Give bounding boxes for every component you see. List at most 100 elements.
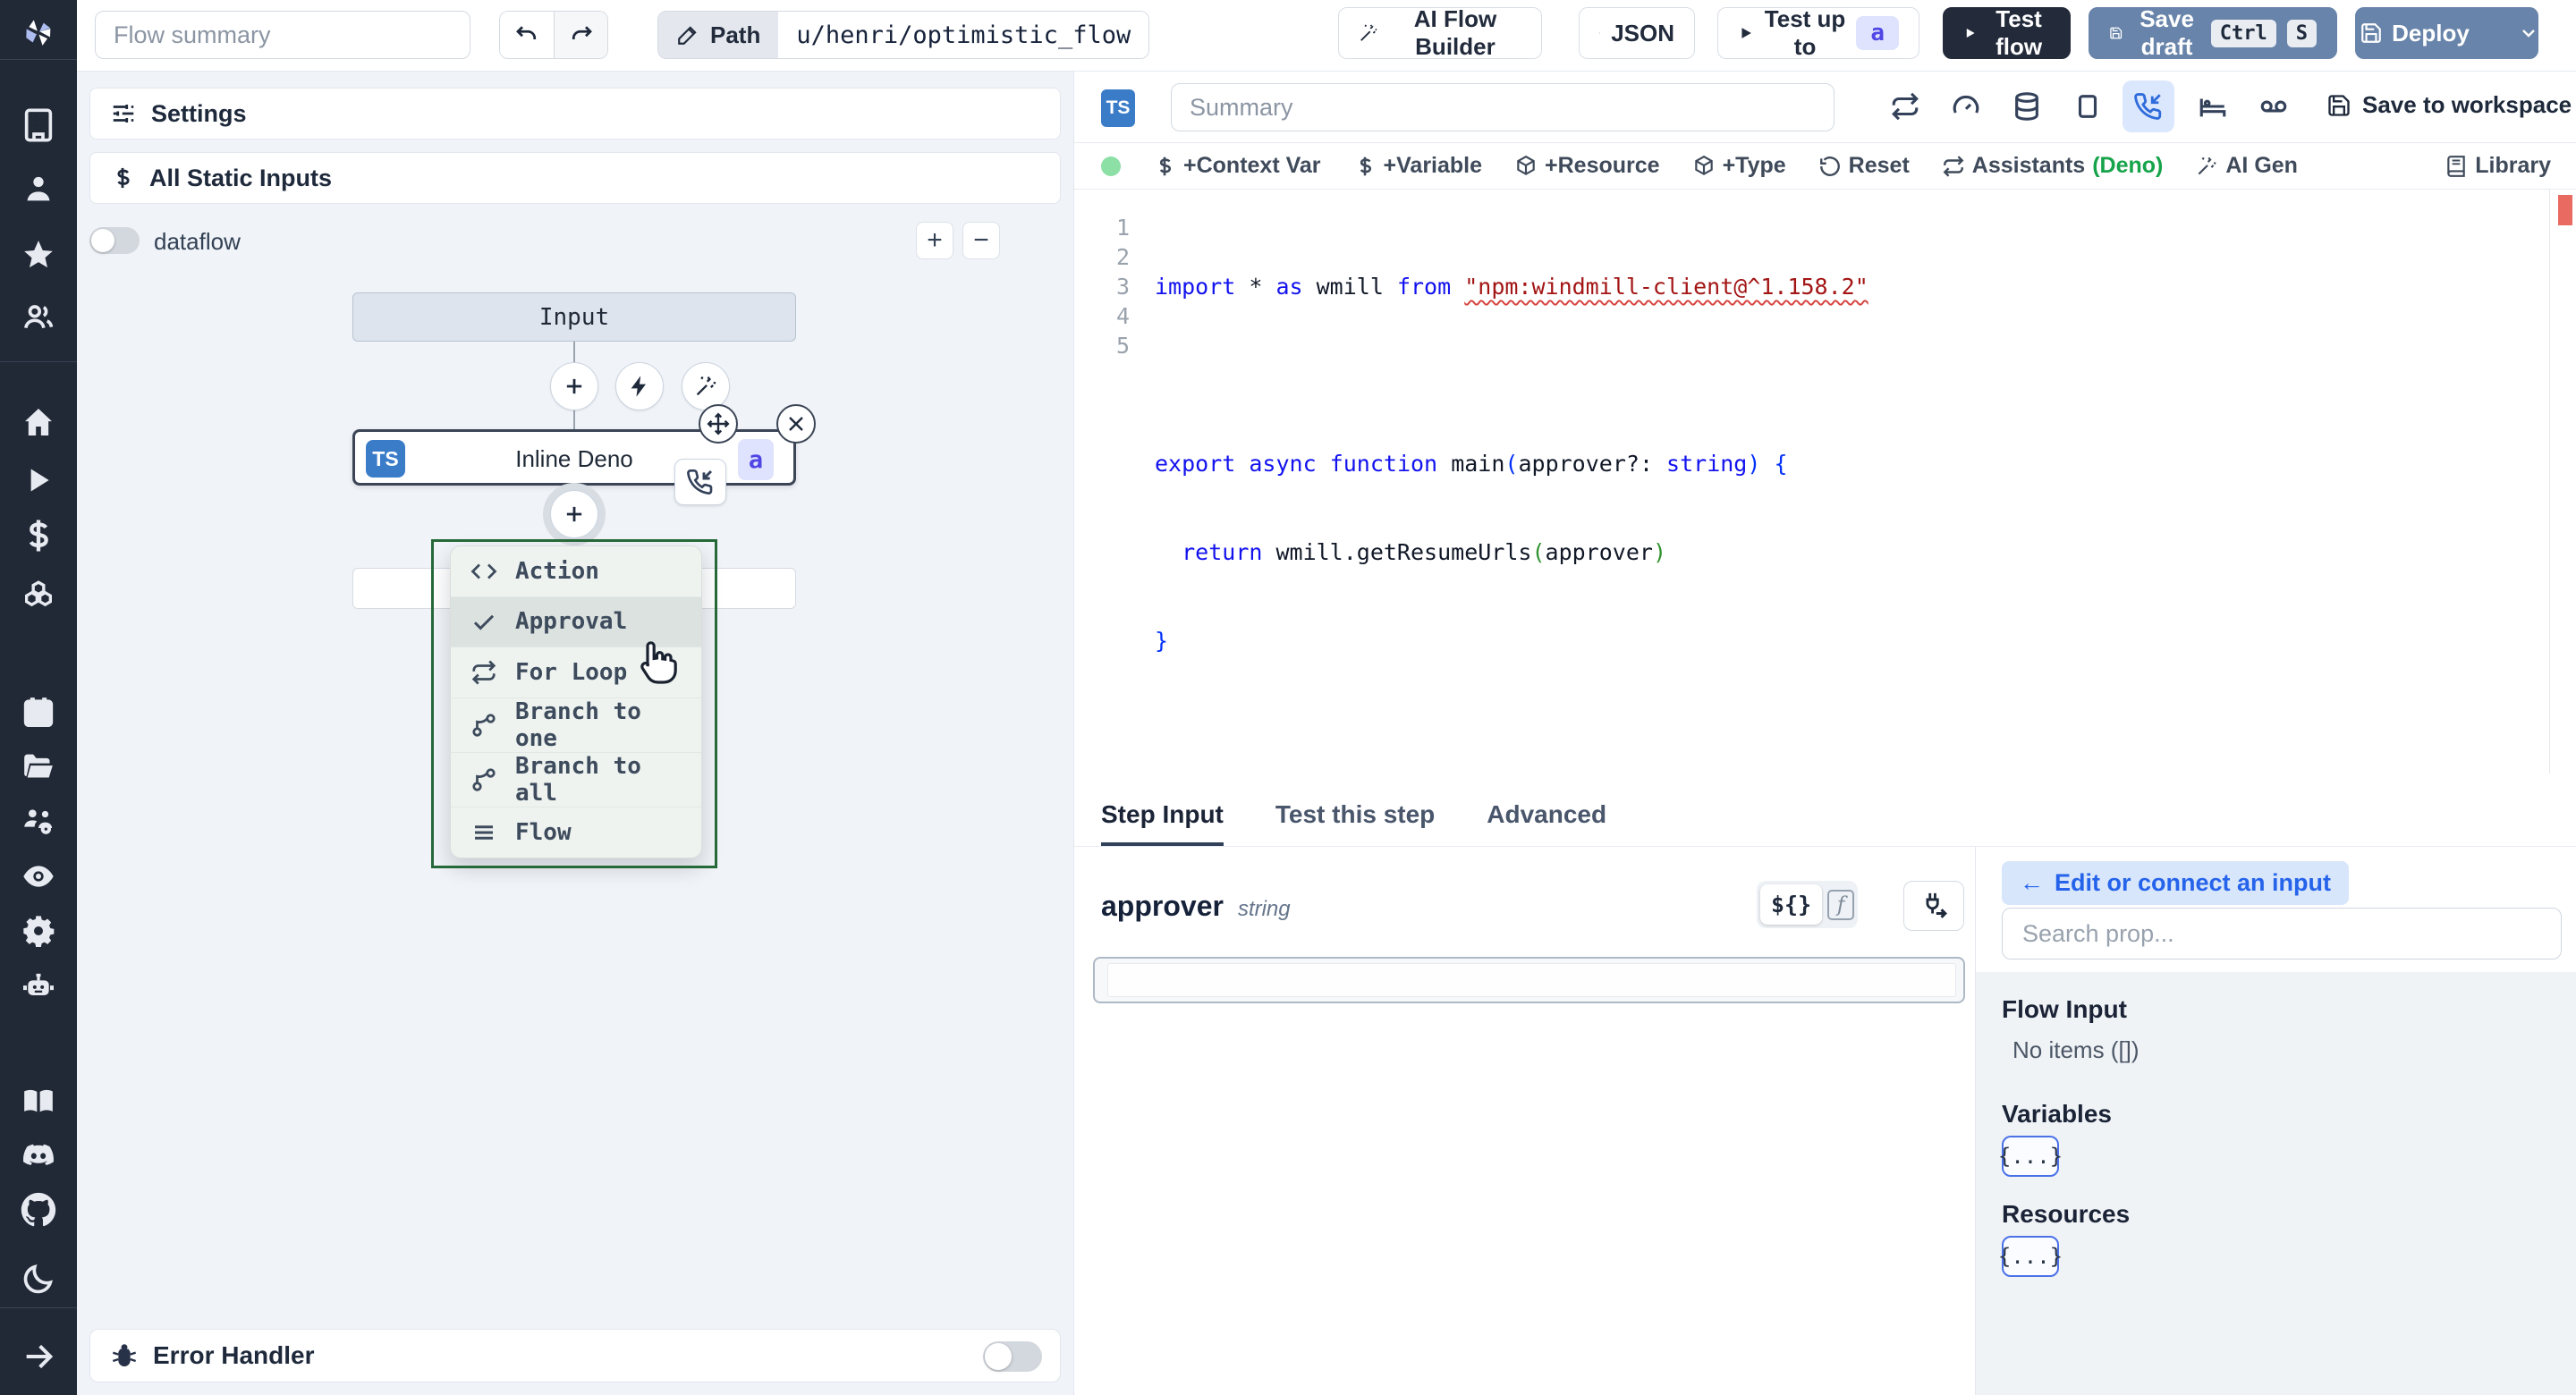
sleep-icon[interactable] <box>2187 80 2239 132</box>
error-handler-node[interactable]: Error Handler <box>89 1329 1061 1382</box>
git-branch-icon <box>472 767 496 791</box>
zoom-in-button[interactable]: + <box>916 222 953 259</box>
step-summary-input[interactable] <box>1171 83 1835 131</box>
step-editor-panel: TS Save to workspace +Context Var +Varia… <box>1074 72 2576 1395</box>
add-resource-button[interactable]: +Resource <box>1514 153 1660 179</box>
reset-button[interactable]: Reset <box>1818 153 1910 179</box>
move-node-button[interactable] <box>699 404 738 444</box>
tab-test-this-step[interactable]: Test this step <box>1275 787 1435 846</box>
sidebar-item-dark-mode[interactable] <box>0 1254 77 1304</box>
sidebar-item-user[interactable] <box>0 164 77 214</box>
menu-item-branch-to-all[interactable]: Branch to all <box>451 753 701 807</box>
deploy-button[interactable]: Deploy <box>2355 7 2538 59</box>
path-button[interactable]: Path <box>658 12 779 58</box>
assistants-button[interactable]: Assistants (Deno) <box>1942 153 2163 179</box>
sidebar-item-favorites[interactable] <box>0 230 77 280</box>
file-json-icon <box>1599 32 1601 34</box>
sidebar-item-settings[interactable] <box>0 906 77 956</box>
concurrency-icon[interactable] <box>2062 80 2114 132</box>
windmill-logo-icon[interactable] <box>0 7 77 59</box>
error-handler-toggle[interactable] <box>983 1341 1042 1372</box>
flow-summary-input[interactable] <box>95 11 470 59</box>
expr-mode-button[interactable]: ${} <box>1760 884 1823 925</box>
flow-settings-button[interactable]: Settings <box>89 88 1061 140</box>
sidebar-item-docs[interactable] <box>0 1077 77 1127</box>
cache-database-icon[interactable] <box>2001 80 2053 132</box>
insert-after-step-button[interactable] <box>550 490 598 538</box>
undo-button[interactable] <box>500 12 554 58</box>
menu-item-branch-to-one[interactable]: Branch to one <box>451 698 701 753</box>
test-flow-button[interactable]: Test flow <box>1943 5 2071 60</box>
insert-step-button[interactable] <box>550 362 598 410</box>
json-button[interactable]: JSON <box>1579 7 1695 59</box>
pencil-icon <box>678 26 697 45</box>
sidebar-item-github[interactable] <box>0 1185 77 1235</box>
trigger-button[interactable] <box>615 362 664 410</box>
suspend-approval-icon[interactable] <box>2123 80 2174 132</box>
edit-or-connect-button[interactable]: ← Edit or connect an input <box>2002 861 2349 905</box>
prop-picker: Flow Input No items ([]) Variables {...}… <box>1976 972 2576 1395</box>
redo-button[interactable] <box>554 12 607 58</box>
sidebar-item-variables[interactable] <box>0 511 77 561</box>
save-icon <box>2361 23 2381 43</box>
add-variable-button[interactable]: +Variable <box>1353 153 1482 179</box>
step-id-badge: a <box>738 439 774 480</box>
tab-advanced[interactable]: Advanced <box>1487 787 1606 846</box>
test-up-to-button[interactable]: Test up to a <box>1717 5 1919 60</box>
resources-heading: Resources <box>2002 1200 2131 1228</box>
ai-gen-button[interactable]: AI Gen <box>2195 153 2298 179</box>
path-value: u/henri/optimistic_flow <box>778 12 1149 58</box>
sidebar-item-resources[interactable] <box>0 571 77 621</box>
kbd-ctrl: Ctrl <box>2210 19 2276 47</box>
deploy-dropdown-button[interactable] <box>2507 22 2550 44</box>
sidebar-item-schedules[interactable] <box>0 687 77 737</box>
variables-object-button[interactable]: {...} <box>1998 1136 2063 1177</box>
sidebar-item-ai[interactable] <box>0 961 77 1011</box>
swap-step-icon[interactable] <box>1879 80 1931 132</box>
field-name: approver <box>1101 890 1224 922</box>
code-editor[interactable]: 1 2 3 4 5 import * as wmill from "npm:wi… <box>1074 190 2576 774</box>
flow-input-heading: Flow Input <box>2002 995 2127 1023</box>
flow-input-node[interactable]: Input <box>352 292 796 342</box>
save-draft-button[interactable]: Save draft Ctrl S <box>2089 5 2337 60</box>
sidebar-item-folders[interactable] <box>0 741 77 791</box>
test-up-to-step-badge: a <box>1856 16 1899 50</box>
editor-header: TS Save to workspace <box>1074 72 2576 143</box>
sidebar-item-runs[interactable] <box>0 455 77 505</box>
voicemail-mock-icon[interactable] <box>2248 80 2300 132</box>
resources-object-button[interactable]: {...} <box>1998 1236 2063 1277</box>
gauge-icon[interactable] <box>1940 80 1992 132</box>
minimap-divider <box>2549 190 2550 774</box>
approver-value-input[interactable] <box>1093 957 1965 1003</box>
connect-input-button[interactable] <box>1903 881 1964 931</box>
add-type-button[interactable]: +Type <box>1692 153 1786 179</box>
add-context-var-button[interactable]: +Context Var <box>1153 153 1321 179</box>
library-button[interactable]: Library <box>2445 153 2551 179</box>
line-number: 5 <box>1115 333 1130 359</box>
sidebar-item-home[interactable] <box>0 397 77 447</box>
sidebar-item-groups[interactable] <box>0 292 77 342</box>
sidebar-item-audit-logs[interactable] <box>0 851 77 901</box>
delete-node-button[interactable] <box>776 404 816 444</box>
all-static-inputs-button[interactable]: All Static Inputs <box>89 152 1061 204</box>
sidebar-item-workers[interactable] <box>0 796 77 846</box>
save-to-workspace-button[interactable]: Save to workspace <box>2326 91 2572 119</box>
ai-insert-button[interactable] <box>682 362 730 410</box>
search-prop-input[interactable] <box>2002 908 2562 960</box>
ai-flow-builder-button[interactable]: AI Flow Builder <box>1338 5 1542 60</box>
zoom-out-button[interactable]: − <box>962 222 1000 259</box>
path-group[interactable]: Path u/henri/optimistic_flow <box>657 11 1150 59</box>
line-number: 2 <box>1115 244 1130 270</box>
menu-item-flow[interactable]: Flow <box>451 807 701 858</box>
save-icon <box>2110 27 2123 39</box>
plus-icon <box>566 506 582 522</box>
menu-item-action[interactable]: Action <box>451 546 701 597</box>
javascript-fn-mode-button[interactable]: f <box>1827 889 1855 920</box>
sidebar-item-workspace[interactable] <box>0 100 77 150</box>
error-overview-mark <box>2558 195 2572 225</box>
dataflow-toggle[interactable] <box>89 227 140 254</box>
insert-step-menu: Action Approval For Loop Branch to one B… <box>450 545 702 858</box>
sidebar-item-discord[interactable] <box>0 1131 77 1181</box>
sidebar-expand-icon[interactable] <box>0 1332 77 1382</box>
tab-step-input[interactable]: Step Input <box>1101 787 1224 846</box>
